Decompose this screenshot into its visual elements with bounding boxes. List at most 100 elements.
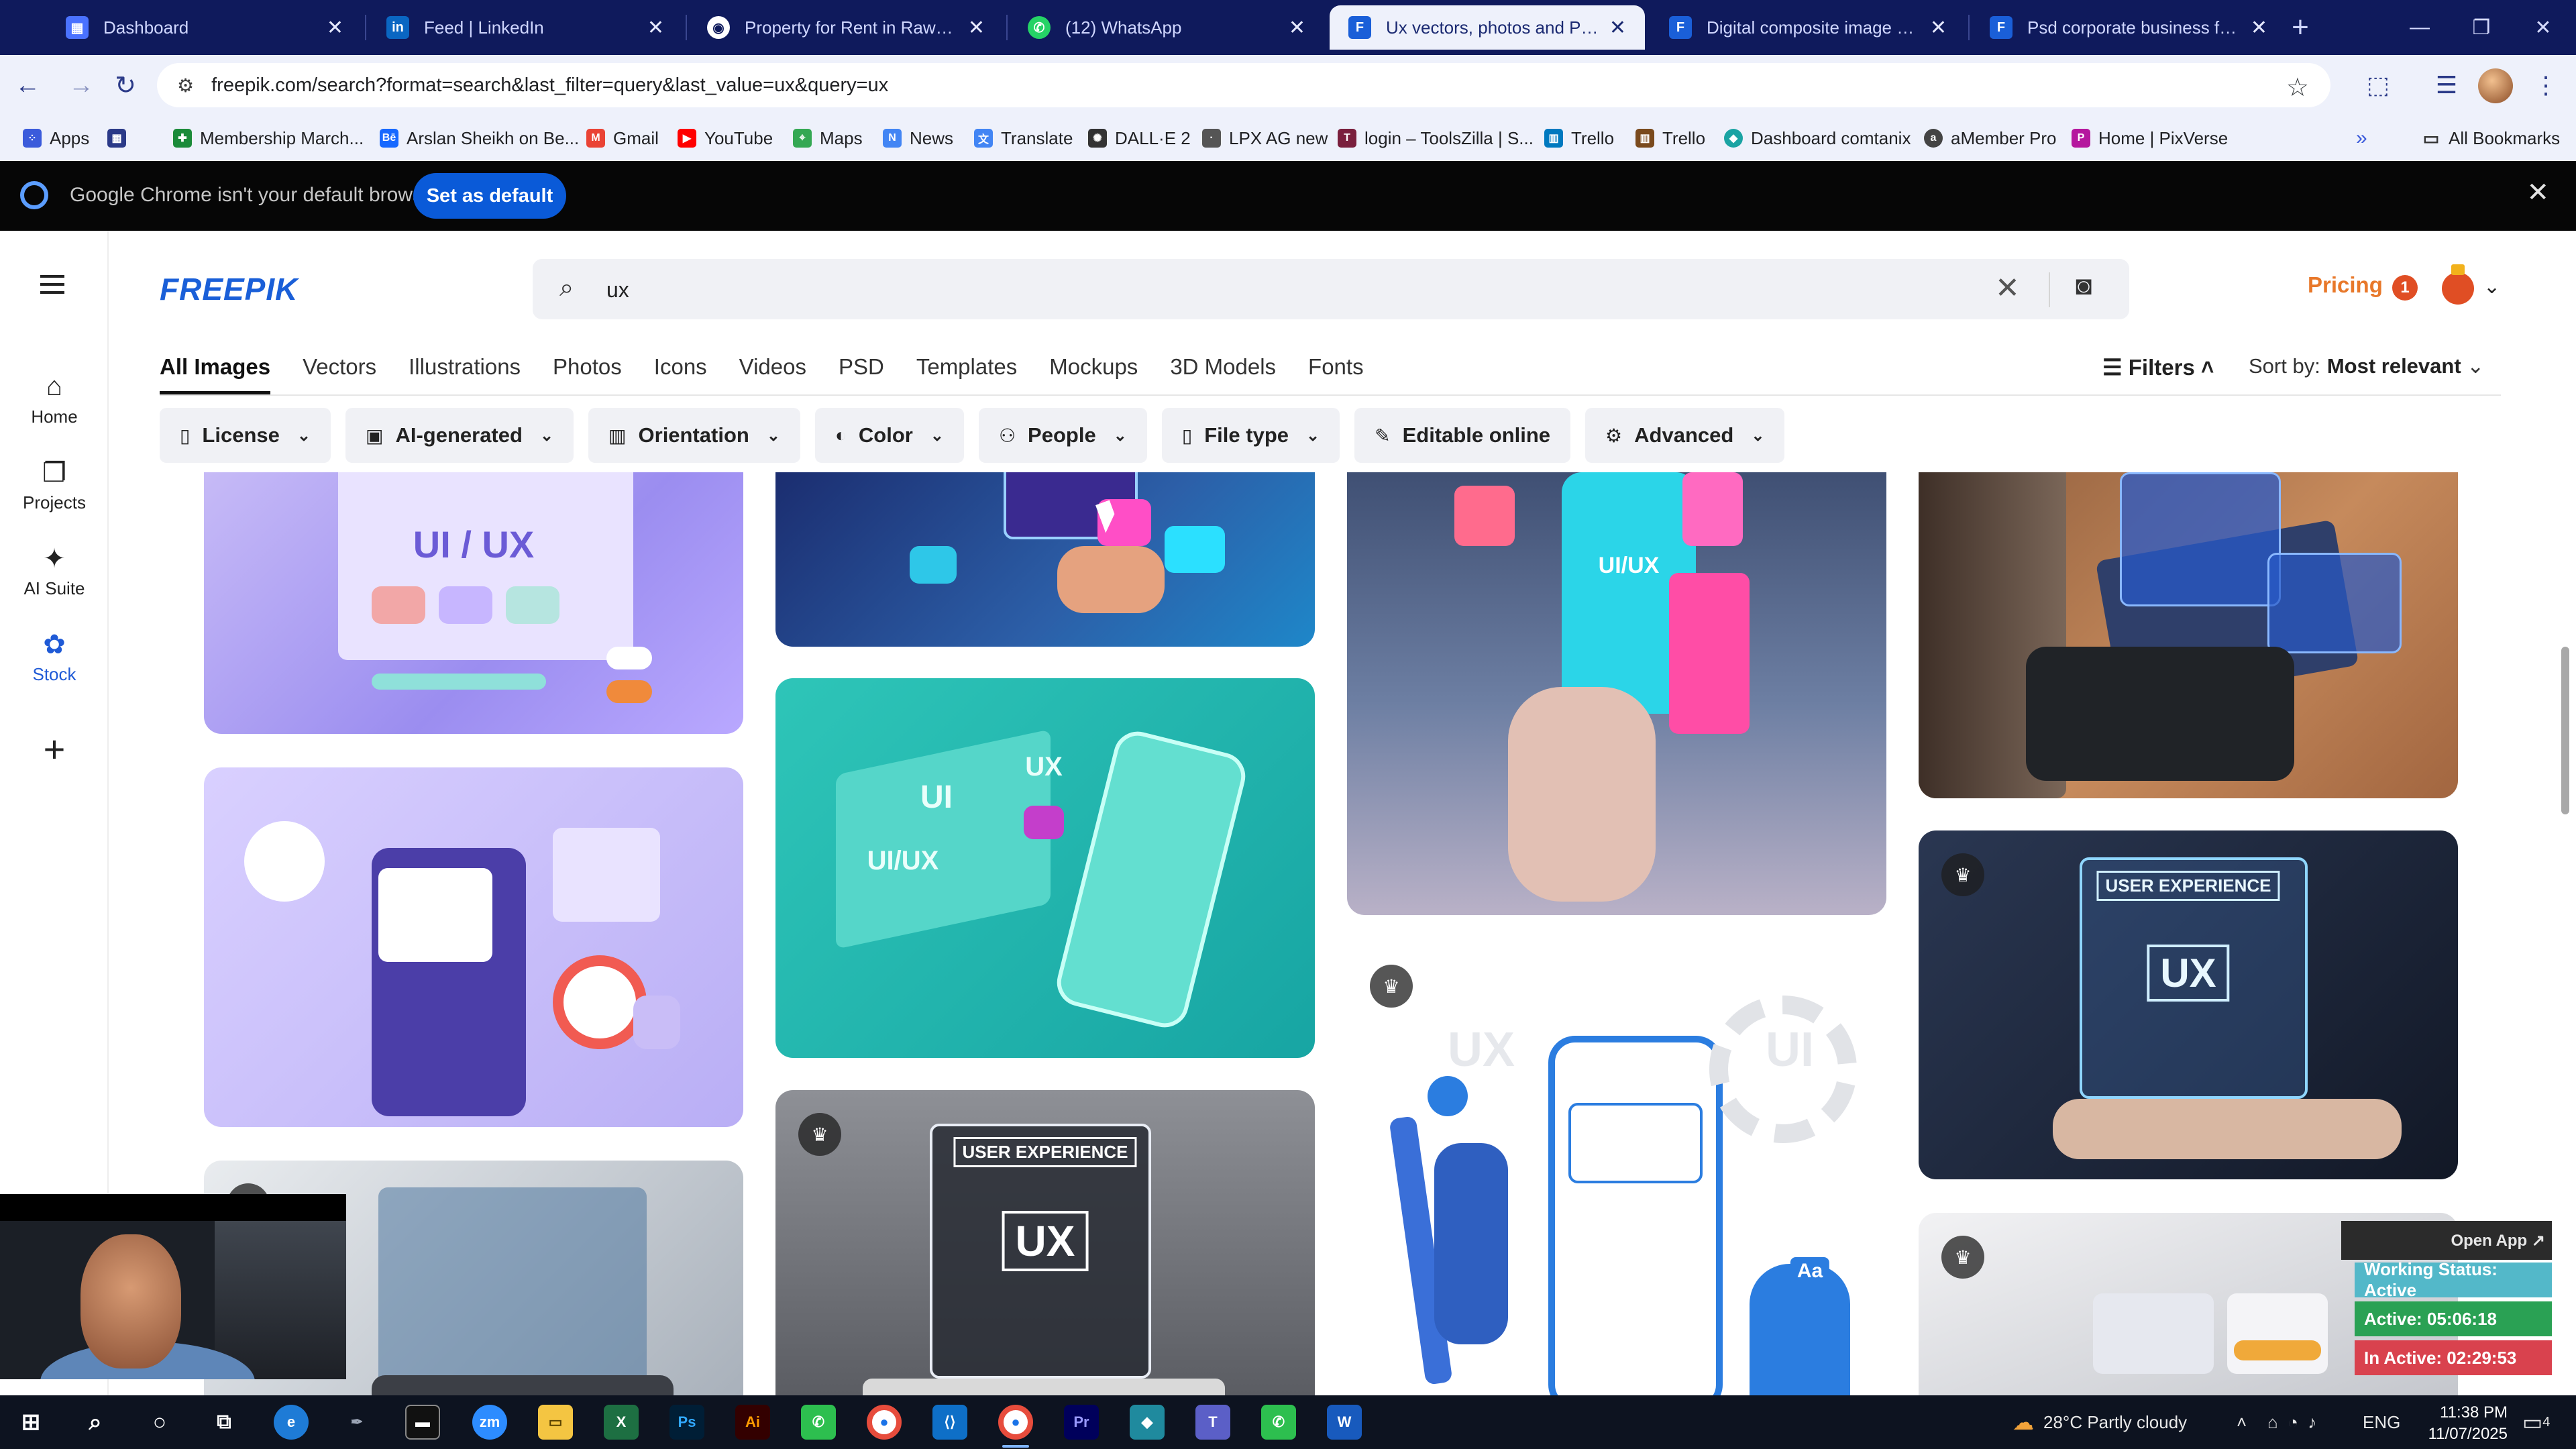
tab-icons[interactable]: Icons bbox=[654, 354, 707, 394]
sidebar-item-home[interactable]: ⌂ Home bbox=[0, 372, 109, 427]
tab-property[interactable]: ◉ Property for Rent in Rawalpindi ✕ bbox=[688, 5, 1004, 50]
edge-icon[interactable]: e bbox=[274, 1405, 309, 1440]
phone-app-icon[interactable]: ✆ bbox=[1261, 1405, 1296, 1440]
tray-icons[interactable]: ⌂ ◔ ♪ bbox=[2267, 1395, 2316, 1449]
close-icon[interactable]: ✕ bbox=[2526, 177, 2549, 208]
tab-videos[interactable]: Videos bbox=[739, 354, 806, 394]
tab-psd-flyer[interactable]: F Psd corporate business flyer design ✕ bbox=[1971, 5, 2286, 50]
pen-tool-icon[interactable]: ✒ bbox=[339, 1405, 374, 1440]
orientation-filter[interactable]: ▥ Orientation ⌄ bbox=[588, 408, 800, 463]
extensions-icon[interactable]: ⬚ bbox=[2360, 67, 2396, 103]
bookmark-star-icon[interactable]: ☆ bbox=[2286, 72, 2309, 103]
photoshop-icon[interactable]: Ps bbox=[669, 1405, 704, 1440]
bookmark-gmail[interactable]: M Gmail bbox=[586, 125, 659, 152]
excel-icon[interactable]: X bbox=[604, 1405, 639, 1440]
bookmark-membership[interactable]: ✚ Membership March... bbox=[173, 125, 364, 152]
result-thumbnail[interactable]: USER EXPERIENCE UX ♛ bbox=[1919, 830, 2458, 1179]
bookmark-behance[interactable]: Bē Arslan Sheikh on Be... bbox=[380, 125, 579, 152]
vscode-icon[interactable]: ⟨⟩ bbox=[932, 1405, 967, 1440]
pricing-link[interactable]: Pricing bbox=[2308, 272, 2383, 298]
tab-linkedin[interactable]: in Feed | LinkedIn ✕ bbox=[368, 5, 683, 50]
bookmark-toolszilla[interactable]: Tlogin – ToolsZilla | S... bbox=[1338, 125, 1534, 152]
weather-widget[interactable]: ☁ 28°C Partly cloudy bbox=[2012, 1395, 2187, 1449]
camera-search-icon[interactable]: ◙ bbox=[2076, 271, 2092, 301]
bookmark-maps[interactable]: ⌖ Maps bbox=[793, 125, 863, 152]
people-filter[interactable]: ⚇ People ⌄ bbox=[978, 408, 1147, 463]
sort-dropdown[interactable]: Sort by: Most relevant ⌄ bbox=[2249, 354, 2484, 378]
bookmark-dalle[interactable]: ✺ DALL·E 2 bbox=[1088, 125, 1191, 152]
sidebar-item-stock[interactable]: ✿ Stock bbox=[0, 629, 109, 685]
new-tab-button[interactable]: + bbox=[2282, 9, 2318, 46]
all-bookmarks-folder[interactable]: ▭ All Bookmarks bbox=[2422, 125, 2560, 152]
system-clock[interactable]: 11:38 PM 11/07/2025 bbox=[2407, 1402, 2508, 1445]
ai-generated-filter[interactable]: ▣ AI-generated ⌄ bbox=[345, 408, 574, 463]
language-indicator[interactable]: ENG bbox=[2363, 1395, 2400, 1449]
bookmark-pixverse[interactable]: P Home | PixVerse bbox=[2072, 125, 2228, 152]
tab-digital-composite[interactable]: F Digital composite image of graphics ✕ bbox=[1650, 5, 1966, 50]
search-icon[interactable]: ⌕ bbox=[78, 1405, 113, 1440]
tab-all-images[interactable]: All Images bbox=[160, 354, 271, 394]
freepik-logo[interactable]: FREEPIK bbox=[160, 271, 298, 307]
close-icon[interactable]: ✕ bbox=[968, 16, 985, 40]
clear-search-icon[interactable]: ✕ bbox=[1995, 271, 2020, 305]
task-view-icon[interactable]: ⧉ bbox=[207, 1405, 241, 1440]
premiere-icon[interactable]: Pr bbox=[1064, 1405, 1099, 1440]
tab-photos[interactable]: Photos bbox=[553, 354, 622, 394]
menu-kebab-icon[interactable]: ⋮ bbox=[2528, 67, 2564, 103]
close-icon[interactable]: ✕ bbox=[2251, 16, 2267, 40]
phone-app-icon[interactable]: ✆ bbox=[801, 1405, 836, 1440]
bookmark-news[interactable]: N News bbox=[883, 125, 953, 152]
filters-toggle[interactable]: ☰ Filters ˄ bbox=[2102, 354, 2214, 380]
close-window-button[interactable]: ✕ bbox=[2506, 0, 2576, 55]
bookmark-youtube[interactable]: ▶ YouTube bbox=[678, 125, 773, 152]
tab-fonts[interactable]: Fonts bbox=[1308, 354, 1364, 394]
tab-vectors[interactable]: Vectors bbox=[303, 354, 376, 394]
windows-start-icon[interactable]: ⊞ bbox=[13, 1405, 48, 1440]
back-arrow-icon[interactable]: ← bbox=[9, 67, 46, 103]
license-filter[interactable]: ▯ License ⌄ bbox=[160, 408, 331, 463]
teams-icon[interactable]: T bbox=[1195, 1405, 1230, 1440]
illustrator-icon[interactable]: Ai bbox=[735, 1405, 770, 1440]
hamburger-menu-icon[interactable] bbox=[40, 275, 64, 294]
result-thumbnail[interactable] bbox=[1919, 472, 2458, 798]
close-icon[interactable]: ✕ bbox=[647, 16, 664, 40]
add-button[interactable]: + bbox=[0, 727, 109, 771]
cortana-icon[interactable]: ○ bbox=[142, 1405, 177, 1440]
close-icon[interactable]: ✕ bbox=[1609, 16, 1626, 40]
tab-mockups[interactable]: Mockups bbox=[1049, 354, 1138, 394]
close-icon[interactable]: ✕ bbox=[327, 16, 343, 40]
result-thumbnail[interactable]: UI / UX bbox=[204, 472, 743, 734]
floating-video-overlay[interactable] bbox=[0, 1194, 346, 1379]
bookmark-amember[interactable]: a aMember Pro bbox=[1924, 125, 2057, 152]
chevron-down-icon[interactable]: ⌄ bbox=[2483, 275, 2500, 299]
tab-psd[interactable]: PSD bbox=[839, 354, 884, 394]
bookmark-translate[interactable]: 文 Translate bbox=[974, 125, 1073, 152]
forward-arrow-icon[interactable]: → bbox=[63, 67, 99, 103]
color-filter[interactable]: ◐ Color ⌄ bbox=[814, 408, 964, 463]
tab-templates[interactable]: Templates bbox=[916, 354, 1017, 394]
tab-dashboard[interactable]: ▦ Dashboard ✕ bbox=[47, 5, 362, 50]
result-thumbnail[interactable]: UI UX UI/UX bbox=[775, 678, 1315, 1058]
editable-online-filter[interactable]: ✎ Editable online bbox=[1354, 408, 1571, 463]
action-center[interactable]: ▭ 4 bbox=[2522, 1395, 2550, 1449]
file-type-filter[interactable]: ▯ File type ⌄ bbox=[1161, 408, 1340, 463]
tab-whatsapp[interactable]: ✆ (12) WhatsApp ✕ bbox=[1009, 5, 1324, 50]
url-field[interactable]: ⚙ freepik.com/search?format=search&last_… bbox=[157, 63, 2330, 107]
set-as-default-button[interactable]: Set as default bbox=[413, 173, 566, 219]
word-icon[interactable]: W bbox=[1327, 1405, 1362, 1440]
show-hidden-icons[interactable]: ˄ bbox=[2237, 1395, 2247, 1449]
tab-freepik-ux[interactable]: F Ux vectors, photos and PSD files ✕ bbox=[1330, 5, 1645, 50]
notifications-badge[interactable]: 1 bbox=[2392, 275, 2418, 301]
open-app-button[interactable]: Open App ↗ bbox=[2341, 1221, 2552, 1260]
chrome-icon[interactable]: ● bbox=[998, 1405, 1033, 1440]
page-scrollbar-thumb[interactable] bbox=[2561, 647, 2569, 814]
app-icon[interactable]: ◆ bbox=[1130, 1405, 1165, 1440]
avatar[interactable] bbox=[2478, 68, 2513, 103]
result-thumbnail[interactable]: USER EXPERIENCE UX ♛ bbox=[775, 1090, 1315, 1395]
result-thumbnail[interactable]: UI/UX bbox=[1347, 472, 1886, 915]
sidebar-item-projects[interactable]: ❐ Projects bbox=[0, 458, 109, 513]
result-thumbnail[interactable] bbox=[775, 472, 1315, 647]
terminal-icon[interactable]: ▬ bbox=[405, 1405, 440, 1440]
more-bookmarks-chevron-icon[interactable]: » bbox=[2356, 125, 2367, 152]
bookmark-apps[interactable]: ⁘ Apps bbox=[23, 125, 89, 152]
